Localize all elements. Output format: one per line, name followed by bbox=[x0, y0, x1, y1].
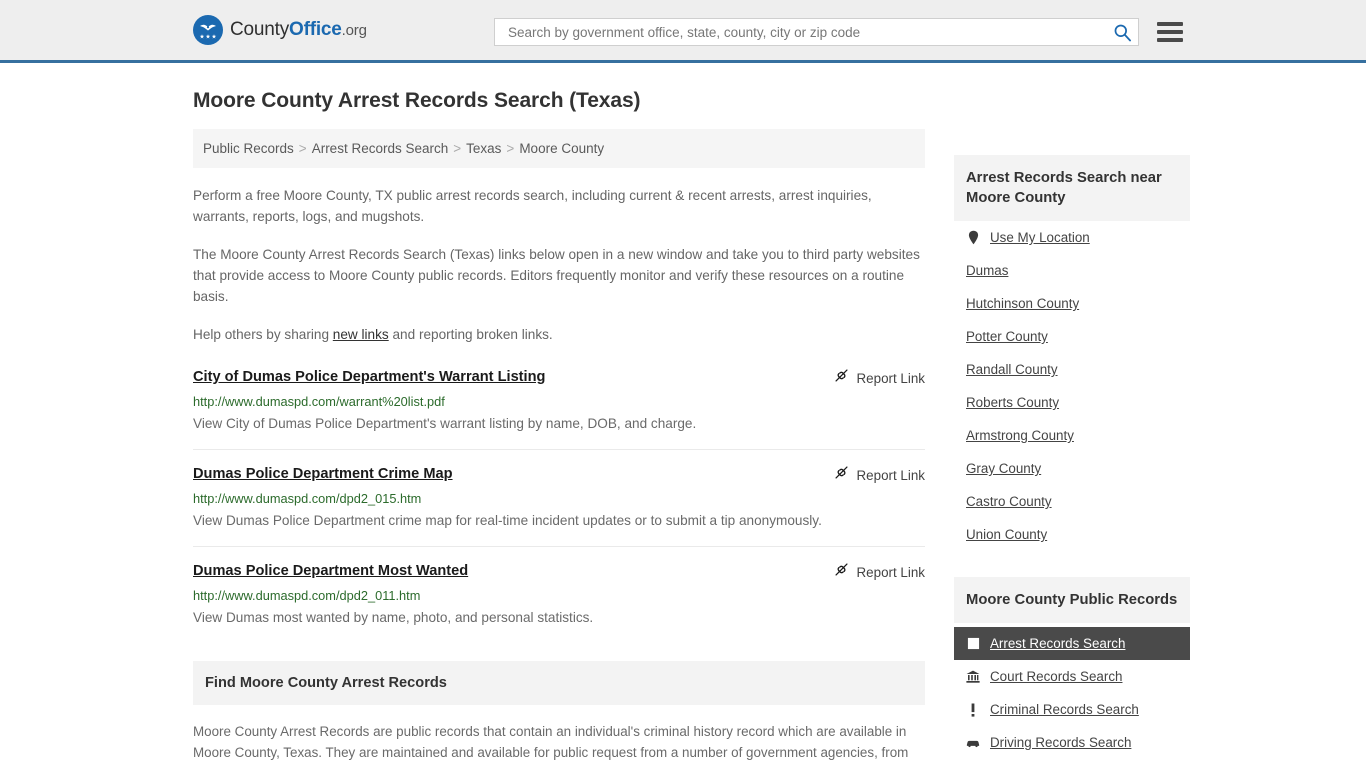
exclamation-icon bbox=[966, 703, 980, 717]
site-header: CountyOffice.org bbox=[0, 0, 1366, 63]
fingerprint-card-icon bbox=[966, 637, 980, 650]
sidebar-item-arrest-records-search[interactable]: Arrest Records Search bbox=[954, 627, 1190, 660]
resource-link-description: View Dumas Police Department crime map f… bbox=[193, 513, 822, 528]
intro-text: Perform a free Moore County, TX public a… bbox=[193, 185, 925, 345]
breadcrumb-item-texas[interactable]: Texas bbox=[466, 141, 501, 156]
resource-link-title[interactable]: Dumas Police Department Crime Map bbox=[193, 464, 453, 484]
broken-link-icon bbox=[834, 562, 849, 582]
breadcrumb-item-moore-county[interactable]: Moore County bbox=[519, 141, 604, 156]
breadcrumb-item-arrest-records-search[interactable]: Arrest Records Search bbox=[312, 141, 449, 156]
report-link-button[interactable]: Report Link bbox=[834, 367, 925, 388]
sidebar-item-dumas[interactable]: Dumas bbox=[954, 254, 1190, 287]
logo-text-county: County bbox=[230, 19, 290, 40]
sidebar-link-label[interactable]: Use My Location bbox=[990, 230, 1090, 245]
page-title: Moore County Arrest Records Search (Texa… bbox=[193, 89, 641, 112]
sidebar-link-label[interactable]: Criminal Records Search bbox=[990, 702, 1139, 717]
hamburger-bar bbox=[1157, 30, 1183, 34]
breadcrumb-separator: > bbox=[453, 141, 462, 156]
report-link-label: Report Link bbox=[856, 564, 925, 580]
header-search-area bbox=[494, 18, 1183, 46]
sidebar-item-hutchinson-county[interactable]: Hutchinson County bbox=[954, 287, 1190, 320]
sidebar-link-label[interactable]: Court Records Search bbox=[990, 669, 1122, 684]
sidebar-item-union-county[interactable]: Union County bbox=[954, 518, 1190, 551]
main-content: Public Records > Arrest Records Search >… bbox=[193, 129, 925, 768]
map-pin-icon bbox=[966, 230, 980, 245]
intro-paragraph-2: The Moore County Arrest Records Search (… bbox=[193, 247, 920, 304]
breadcrumb-separator: > bbox=[506, 141, 515, 156]
courthouse-icon bbox=[966, 670, 980, 683]
logo-wordmark: CountyOffice.org bbox=[230, 19, 367, 41]
intro-paragraph-1: Perform a free Moore County, TX public a… bbox=[193, 188, 872, 224]
sidebar-item-randall-county[interactable]: Randall County bbox=[954, 353, 1190, 386]
resource-link-url: http://www.dumaspd.com/warrant%20list.pd… bbox=[193, 394, 445, 409]
list-item: Dumas Police Department Crime Map Report… bbox=[193, 464, 925, 547]
sidebar-heading-nearby: Arrest Records Search near Moore County bbox=[954, 155, 1190, 221]
intro-paragraph-3: Help others by sharing new links and rep… bbox=[193, 324, 925, 345]
sidebar-item-armstrong-county[interactable]: Armstrong County bbox=[954, 419, 1190, 452]
find-records-body: Moore County Arrest Records are public r… bbox=[193, 721, 925, 768]
car-icon bbox=[966, 738, 980, 748]
sidebar-link-label[interactable]: Armstrong County bbox=[966, 428, 1074, 443]
resource-link-url: http://www.dumaspd.com/dpd2_015.htm bbox=[193, 491, 422, 506]
search-icon[interactable] bbox=[1113, 23, 1132, 42]
sidebar-link-label[interactable]: Roberts County bbox=[966, 395, 1059, 410]
intro-p3-before: Help others by sharing bbox=[193, 327, 333, 342]
resource-link-title[interactable]: City of Dumas Police Department's Warran… bbox=[193, 367, 545, 387]
report-link-button[interactable]: Report Link bbox=[834, 561, 925, 582]
sidebar-heading-public-records: Moore County Public Records bbox=[954, 577, 1190, 623]
hamburger-menu-icon[interactable] bbox=[1157, 22, 1183, 42]
public-records-list: Arrest Records Search Court Records Sear… bbox=[954, 627, 1190, 759]
find-records-paragraph: Moore County Arrest Records are public r… bbox=[193, 724, 909, 768]
report-link-label: Report Link bbox=[856, 370, 925, 386]
sidebar-item-court-records-search[interactable]: Court Records Search bbox=[954, 660, 1190, 693]
sidebar-item-driving-records-search[interactable]: Driving Records Search bbox=[954, 726, 1190, 759]
sidebar-link-label[interactable]: Potter County bbox=[966, 329, 1048, 344]
list-item: City of Dumas Police Department's Warran… bbox=[193, 367, 925, 450]
report-link-label: Report Link bbox=[856, 467, 925, 483]
broken-link-icon bbox=[834, 368, 849, 388]
sidebar-link-label[interactable]: Driving Records Search bbox=[990, 735, 1131, 750]
sidebar-panel-public-records: Moore County Public Records Arrest Recor… bbox=[954, 577, 1190, 759]
sidebar-link-label[interactable]: Union County bbox=[966, 527, 1047, 542]
resource-links-list: City of Dumas Police Department's Warran… bbox=[193, 367, 925, 643]
search-input[interactable] bbox=[506, 23, 1113, 41]
sidebar-item-castro-county[interactable]: Castro County bbox=[954, 485, 1190, 518]
list-item: Dumas Police Department Most Wanted Repo… bbox=[193, 561, 925, 643]
breadcrumb-item-public-records[interactable]: Public Records bbox=[203, 141, 294, 156]
sidebar-panel-nearby: Arrest Records Search near Moore County … bbox=[954, 155, 1190, 551]
sidebar-item-potter-county[interactable]: Potter County bbox=[954, 320, 1190, 353]
hamburger-bar bbox=[1157, 22, 1183, 26]
find-records-heading: Find Moore County Arrest Records bbox=[193, 661, 925, 705]
report-link-button[interactable]: Report Link bbox=[834, 464, 925, 485]
hamburger-bar bbox=[1157, 38, 1183, 42]
sidebar-link-label[interactable]: Castro County bbox=[966, 494, 1052, 509]
logo-text-org: .org bbox=[341, 22, 367, 39]
sidebar: Arrest Records Search near Moore County … bbox=[954, 129, 1190, 768]
nearby-list: Use My Location Dumas Hutchinson County … bbox=[954, 221, 1190, 551]
intro-p3-after: and reporting broken links. bbox=[388, 327, 553, 342]
search-box[interactable] bbox=[494, 18, 1139, 46]
resource-link-title[interactable]: Dumas Police Department Most Wanted bbox=[193, 561, 468, 581]
sidebar-link-label[interactable]: Dumas bbox=[966, 263, 1008, 278]
resource-link-url: http://www.dumaspd.com/dpd2_011.htm bbox=[193, 588, 421, 603]
breadcrumb: Public Records > Arrest Records Search >… bbox=[193, 129, 925, 168]
broken-link-icon bbox=[834, 465, 849, 485]
sidebar-link-label[interactable]: Arrest Records Search bbox=[990, 636, 1125, 651]
sidebar-item-use-my-location[interactable]: Use My Location bbox=[954, 221, 1190, 254]
logo-text-office: Office bbox=[289, 19, 342, 40]
site-logo[interactable]: CountyOffice.org bbox=[193, 15, 367, 45]
page-container: Moore County Arrest Records Search (Texa… bbox=[0, 89, 1366, 768]
new-links-link[interactable]: new links bbox=[333, 327, 389, 342]
sidebar-item-criminal-records-search[interactable]: Criminal Records Search bbox=[954, 693, 1190, 726]
eagle-seal-icon bbox=[193, 15, 223, 45]
sidebar-item-gray-county[interactable]: Gray County bbox=[954, 452, 1190, 485]
sidebar-item-roberts-county[interactable]: Roberts County bbox=[954, 386, 1190, 419]
breadcrumb-separator: > bbox=[298, 141, 307, 156]
resource-link-description: View Dumas most wanted by name, photo, a… bbox=[193, 610, 594, 625]
resource-link-description: View City of Dumas Police Department's w… bbox=[193, 416, 697, 431]
sidebar-link-label[interactable]: Gray County bbox=[966, 461, 1041, 476]
sidebar-link-label[interactable]: Hutchinson County bbox=[966, 296, 1079, 311]
sidebar-link-label[interactable]: Randall County bbox=[966, 362, 1058, 377]
